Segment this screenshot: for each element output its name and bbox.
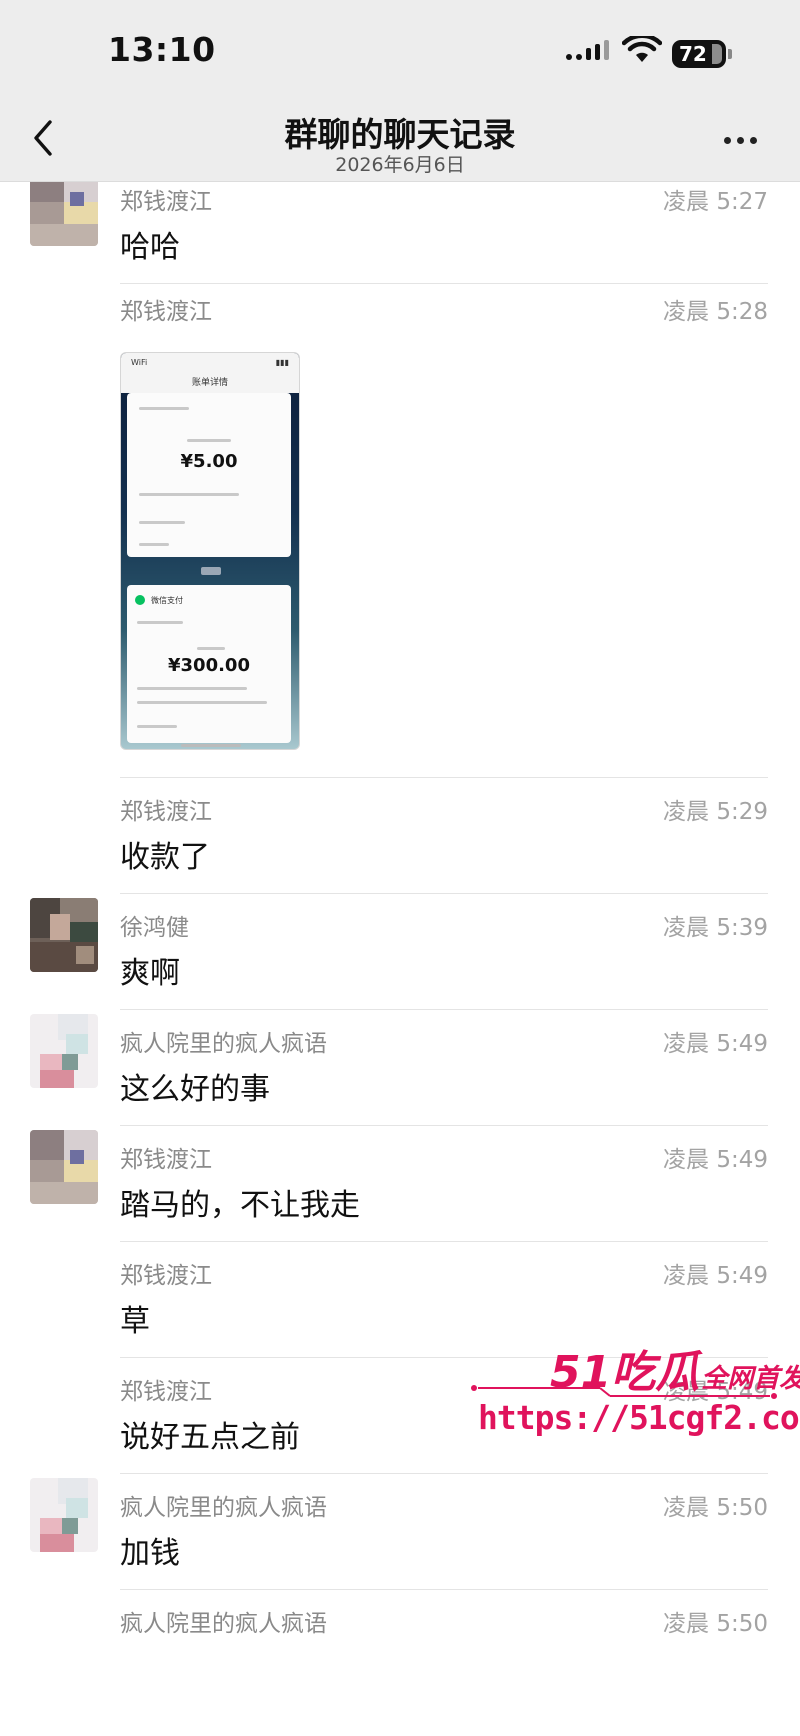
message-text: 哈哈: [120, 230, 180, 265]
message-time: 凌晨 5:50: [663, 1611, 768, 1637]
sender-name: 疯人院里的疯人疯语: [120, 1611, 327, 1637]
message-item: 郑钱渡江 凌晨 5:28 WiFi ▮▮▮ 账单详情 ¥5.00 微信支付 ¥3…: [0, 284, 800, 778]
avatar[interactable]: [30, 1014, 98, 1088]
thumb-card-label: 微信支付: [151, 596, 183, 605]
avatar[interactable]: [30, 898, 98, 972]
sender-name: 郑钱渡江: [120, 1379, 212, 1405]
page-date: 2026年6月6日: [335, 154, 465, 176]
page-title: 群聊的聊天记录: [284, 115, 516, 154]
thumb-card-bottom: 微信支付 ¥300.00: [127, 585, 291, 743]
sender-name: 郑钱渡江: [120, 1263, 212, 1289]
avatar[interactable]: [30, 172, 98, 246]
avatar[interactable]: [30, 1130, 98, 1204]
battery-icon: 72: [672, 40, 732, 68]
message-text: 加钱: [120, 1536, 180, 1571]
thumb-amount-bottom: ¥300.00: [168, 655, 250, 676]
sender-name: 郑钱渡江: [120, 189, 212, 215]
sender-name: 疯人院里的疯人疯语: [120, 1495, 327, 1521]
message-text: 这么好的事: [120, 1072, 270, 1107]
image-thumbnail[interactable]: WiFi ▮▮▮ 账单详情 ¥5.00 微信支付 ¥300.00: [120, 352, 300, 750]
message-time: 凌晨 5:50: [663, 1495, 768, 1521]
message-time: 凌晨 5:28: [663, 299, 768, 325]
cellular-signal-icon: [566, 40, 609, 60]
message-item: 疯人院里的疯人疯语 凌晨 5:50 加钱: [0, 1474, 800, 1590]
top-bar: 13:10 72 群聊的聊天记录 2026年6月6日: [0, 0, 800, 182]
thumb-separator: [201, 567, 221, 575]
message-item: 疯人院里的疯人疯语 凌晨 5:49 这么好的事: [0, 1010, 800, 1126]
sender-name: 徐鸿健: [120, 915, 189, 941]
message-item: 郑钱渡江 凌晨 5:29 收款了: [0, 778, 800, 894]
message-time: 凌晨 5:39: [663, 915, 768, 941]
sender-name: 郑钱渡江: [120, 1147, 212, 1173]
ellipsis-icon[interactable]: [724, 128, 764, 152]
sender-name: 郑钱渡江: [120, 799, 212, 825]
message-time: 凌晨 5:49: [663, 1031, 768, 1057]
wifi-icon: [622, 36, 662, 62]
thumb-status-bar: WiFi ▮▮▮ 账单详情: [121, 353, 299, 393]
message-text: 爽啊: [120, 956, 180, 991]
watermark-url: https://51cgf2.com: [478, 1398, 800, 1437]
thumb-card-top: ¥5.00: [127, 393, 291, 557]
message-item: 郑钱渡江 凌晨 5:49 踏马的，不让我走: [0, 1126, 800, 1242]
message-time: 凌晨 5:49: [663, 1147, 768, 1173]
message-time: 凌晨 5:27: [663, 189, 768, 215]
battery-level: 72: [679, 42, 707, 66]
message-text: 踏马的，不让我走: [120, 1188, 360, 1223]
sender-name: 郑钱渡江: [120, 299, 212, 325]
message-item: 徐鸿健 凌晨 5:39 爽啊: [0, 894, 800, 1010]
thumb-title: 账单详情: [191, 378, 228, 388]
sender-name: 疯人院里的疯人疯语: [120, 1031, 327, 1057]
message-time: 凌晨 5:29: [663, 799, 768, 825]
avatar[interactable]: [30, 1478, 98, 1552]
message-text: 收款了: [120, 840, 210, 875]
message-time: 凌晨 5:49: [663, 1263, 768, 1289]
thumb-amount-top: ¥5.00: [180, 451, 238, 472]
message-text: 说好五点之前: [120, 1420, 300, 1455]
watermark: 51吃瓜全网首发 https://51cgf2.com: [470, 1336, 800, 1456]
message-item: 疯人院里的疯人疯语 凌晨 5:50: [0, 1590, 800, 1650]
message-text: 草: [120, 1304, 150, 1339]
status-time: 13:10: [108, 30, 216, 69]
